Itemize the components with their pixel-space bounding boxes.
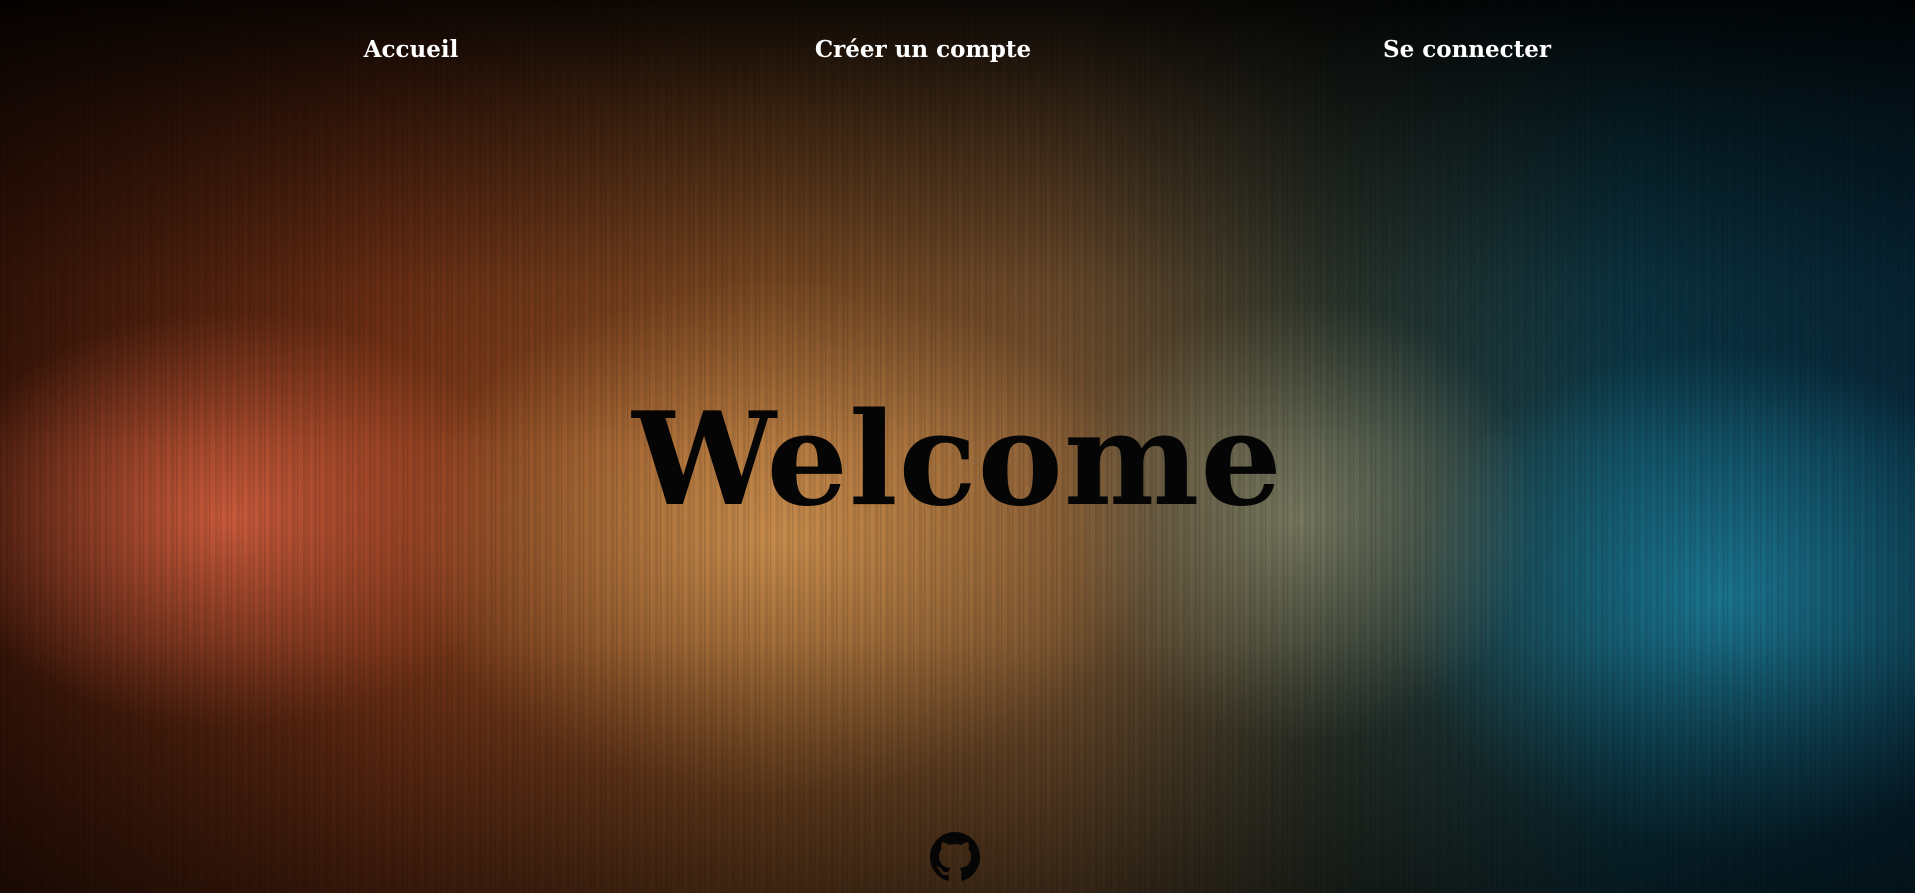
nav-link-home[interactable]: Accueil (364, 32, 459, 68)
welcome-heading: Welcome (632, 385, 1283, 535)
github-link[interactable] (930, 832, 980, 882)
nav-link-register[interactable]: Créer un compte (815, 32, 1031, 68)
nav-link-login[interactable]: Se connecter (1383, 32, 1551, 68)
github-icon (930, 832, 980, 881)
top-navigation: Accueil Créer un compte Se connecter (0, 32, 1915, 68)
